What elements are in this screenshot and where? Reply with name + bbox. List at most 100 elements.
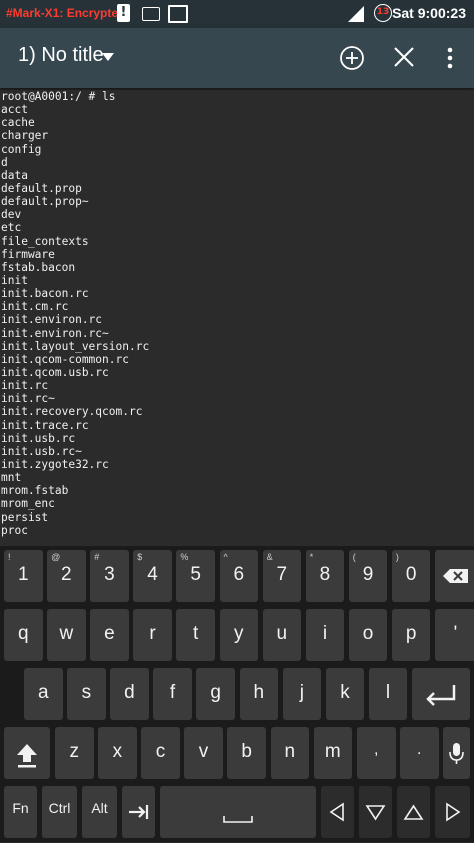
key-digit[interactable]: 1!	[4, 550, 43, 602]
key-label: l	[385, 682, 391, 703]
more-vert-icon[interactable]	[440, 45, 460, 71]
key-label: 5	[190, 564, 201, 585]
terminal-line: init.trace.rc	[1, 418, 89, 432]
key-digit[interactable]: 4 $	[133, 550, 172, 602]
key-letter[interactable]: d	[110, 668, 149, 720]
terminal-line: firmware	[1, 247, 55, 261]
key-label: a	[37, 682, 49, 703]
backspace-key[interactable]	[435, 550, 474, 602]
ctrl-key[interactable]: Ctrl	[42, 786, 77, 838]
key-letter[interactable]: g	[196, 668, 235, 720]
key-hint: (	[352, 552, 356, 562]
tab-key[interactable]	[122, 786, 155, 838]
key-digit[interactable]: 2 @	[47, 550, 86, 602]
key-letter[interactable]: q	[4, 609, 43, 661]
key-letter[interactable]: o	[348, 609, 388, 661]
alt-key[interactable]: Alt	[82, 786, 117, 838]
key-digit[interactable]: 3 #	[90, 550, 129, 602]
terminal-line: init.layout_version.rc	[1, 339, 150, 353]
key-letter[interactable]: s	[67, 668, 106, 720]
key-letter[interactable]: f	[153, 668, 192, 720]
enter-icon	[412, 668, 470, 720]
key-letter[interactable]: b	[227, 727, 266, 779]
add-session-icon[interactable]	[339, 45, 365, 71]
key-letter[interactable]: j	[282, 668, 322, 720]
chevron-down-icon[interactable]	[102, 53, 114, 61]
key-label: ,	[374, 741, 379, 758]
key-label: o	[362, 623, 374, 644]
key-label: s	[81, 682, 92, 703]
backspace-icon	[435, 550, 474, 602]
terminal-line: d	[1, 155, 8, 169]
key-label: z	[69, 741, 80, 762]
terminal-line: data	[1, 168, 28, 182]
key-label: h	[253, 682, 265, 703]
terminal-line: init	[1, 273, 28, 287]
arrow-up-key[interactable]	[397, 786, 430, 838]
key-quote[interactable]: '	[435, 609, 474, 661]
key-letter[interactable]: v	[184, 727, 223, 779]
fn-key[interactable]: Fn	[4, 786, 37, 838]
key-letter[interactable]: n	[270, 727, 309, 779]
battery-icon: 13	[374, 4, 392, 22]
key-comma[interactable]: ,	[357, 727, 396, 779]
key-letter[interactable]: i	[305, 609, 345, 661]
close-icon[interactable]	[393, 46, 415, 68]
terminal-line: cache	[1, 116, 35, 130]
session-title[interactable]: 1) No title	[18, 44, 104, 67]
terminal-line: init.environ.rc	[1, 313, 103, 327]
key-letter[interactable]: a	[24, 668, 63, 720]
arrow-right-key[interactable]	[435, 786, 470, 838]
key-letter[interactable]: h	[239, 668, 278, 720]
key-letter[interactable]: y	[219, 609, 258, 661]
shift-icon	[4, 727, 50, 779]
key-digit[interactable]: 0)	[391, 550, 431, 602]
key-label: v	[198, 741, 209, 762]
terminal-line: default.prop~	[1, 195, 89, 209]
key-digit[interactable]: 9(	[348, 550, 388, 602]
terminal-line: root@A0001:/ # ls	[1, 90, 116, 103]
encryption-label: #Mark-X1: Encrypted	[6, 6, 126, 20]
key-letter[interactable]: r	[133, 609, 172, 661]
terminal-line: persist	[1, 510, 49, 524]
keyboard-icon	[142, 7, 160, 21]
key-letter[interactable]: c	[141, 727, 180, 779]
key-letter[interactable]: p	[391, 609, 431, 661]
key-digit[interactable]: 5%	[176, 550, 215, 602]
signal-icon	[348, 6, 364, 22]
arrow-down-key[interactable]	[359, 786, 392, 838]
key-letter[interactable]: t	[176, 609, 215, 661]
key-letter[interactable]: m	[313, 727, 353, 779]
key-letter[interactable]: z	[55, 727, 94, 779]
terminal-output[interactable]: root@A0001:/ # ls acct cache charger config d…	[0, 90, 474, 546]
terminal-line: config	[1, 142, 42, 156]
key-digit[interactable]: 8 *	[305, 550, 345, 602]
enter-key[interactable]	[412, 668, 470, 720]
key-label: 9	[362, 564, 374, 585]
key-label: d	[124, 682, 135, 703]
key-label: w	[59, 623, 74, 644]
arrow-left-key[interactable]	[321, 786, 354, 838]
key-letter[interactable]: w	[47, 609, 86, 661]
key-letter[interactable]: u	[262, 609, 302, 661]
key-letter[interactable]: e	[90, 609, 129, 661]
space-key[interactable]	[160, 786, 316, 838]
key-label: .	[417, 741, 422, 758]
key-label: x	[112, 741, 123, 762]
key-label: t	[193, 623, 199, 644]
key-digit[interactable]: 7 &	[262, 550, 302, 602]
key-letter[interactable]: l	[368, 668, 408, 720]
key-period[interactable]: .	[400, 727, 439, 779]
key-digit[interactable]: 6 ^	[219, 550, 258, 602]
key-label: c	[155, 741, 166, 762]
mic-key[interactable]	[443, 727, 470, 779]
key-letter[interactable]: x	[98, 727, 137, 779]
arrow-right-icon	[435, 786, 470, 838]
key-letter[interactable]: k	[325, 668, 365, 720]
terminal-line: init.recovery.qcom.rc	[1, 405, 143, 419]
key-label: 2	[61, 564, 72, 585]
terminal-line: init.usb.rc	[1, 431, 76, 445]
shift-key[interactable]	[4, 727, 50, 779]
key-label: m	[324, 741, 341, 762]
terminal-line: dev	[1, 208, 22, 222]
